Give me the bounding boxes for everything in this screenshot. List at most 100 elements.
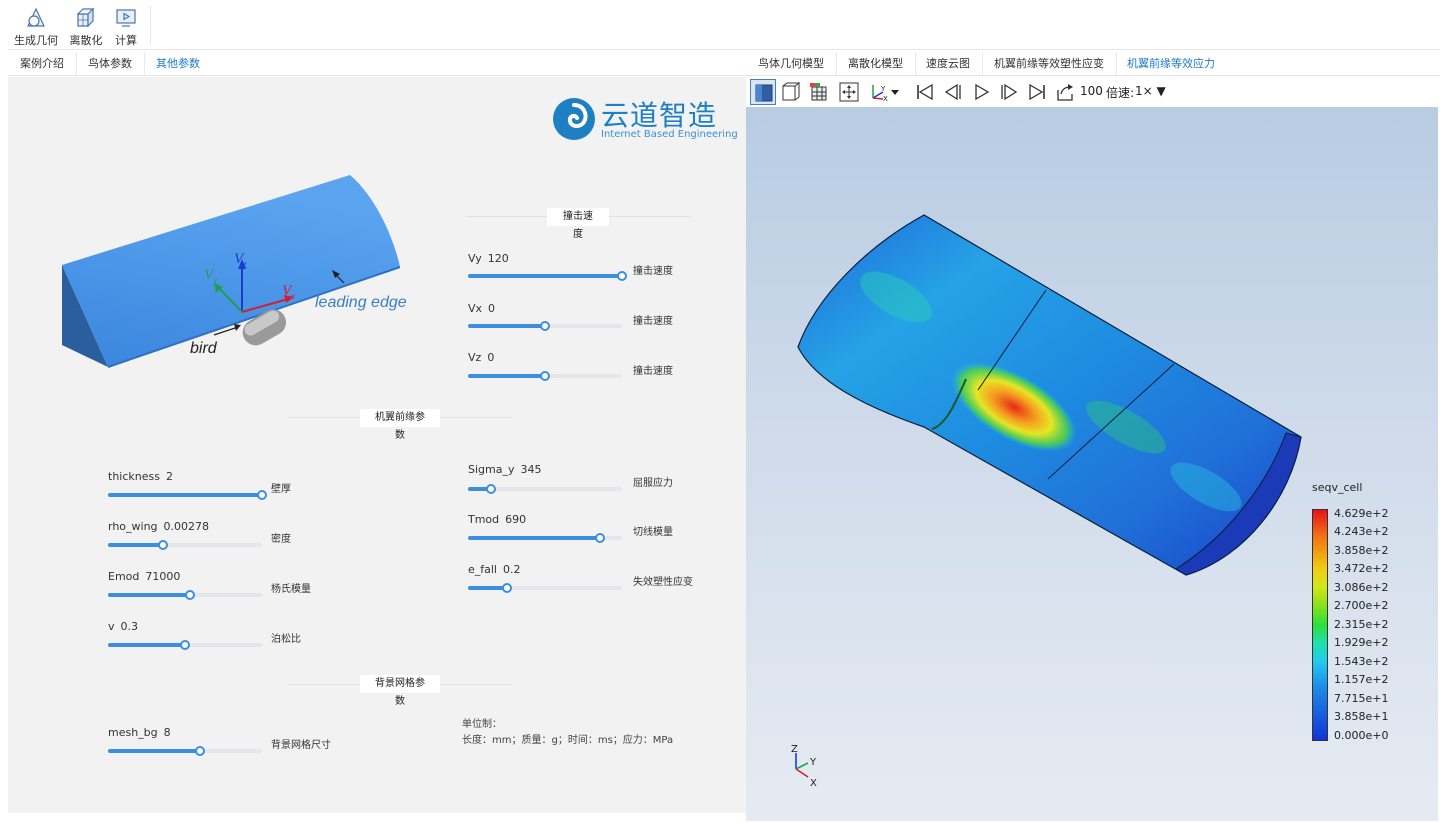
tab-equivalent-stress[interactable]: 机翼前缘等效应力 xyxy=(1115,52,1227,76)
stress-legend: seqv_cell 4.629e+2 4.243e+2 3.858e+2 3.4… xyxy=(1306,481,1426,781)
legend-color-bar xyxy=(1312,509,1328,741)
bird-label: bird xyxy=(190,340,218,357)
tab-mesh-model[interactable]: 离散化模型 xyxy=(836,52,916,76)
geometry-icon xyxy=(27,7,45,27)
poisson-description: 泊松比 xyxy=(271,634,301,645)
vy-slider[interactable] xyxy=(468,271,627,281)
e-fall-slider-thumb[interactable] xyxy=(501,583,512,593)
e-fall-slider[interactable] xyxy=(468,583,622,593)
vz-slider[interactable] xyxy=(468,371,622,381)
svg-text:Y: Y xyxy=(880,85,886,93)
left-tab-bar: 案例介绍 鸟体参数 其他参数 xyxy=(8,52,746,76)
emod-slider-fill xyxy=(108,593,190,597)
legend-label: 2.315e+2 xyxy=(1334,618,1389,631)
tab-bird-params[interactable]: 鸟体参数 xyxy=(76,52,145,76)
rho-wing-description: 密度 xyxy=(271,534,291,545)
legend-label: 1.929e+2 xyxy=(1334,636,1389,649)
result-3d-viewport[interactable]: seqv_cell 4.629e+2 4.243e+2 3.858e+2 3.4… xyxy=(746,107,1438,821)
vz-slider-fill xyxy=(468,374,545,378)
wing-top-face xyxy=(62,175,400,367)
rho-wing-slider-thumb[interactable] xyxy=(158,540,169,550)
solid-view-button[interactable] xyxy=(750,79,776,105)
vy-description: 撞击速度 xyxy=(633,266,673,277)
e-fall-slider-fill xyxy=(468,586,507,590)
unit-system-detail: 长度：mm；质量：g；时间：ms；应力：MPa xyxy=(462,735,674,746)
mesh-bg-slider[interactable] xyxy=(108,746,262,756)
legend-label: 7.715e+1 xyxy=(1334,692,1389,705)
sigma-y-slider[interactable] xyxy=(468,484,622,494)
triad-y-label: Y xyxy=(809,757,817,768)
tab-velocity-contour[interactable]: 速度云图 xyxy=(914,52,983,76)
tmod-description: 切线模量 xyxy=(633,527,673,538)
last-frame-button[interactable] xyxy=(1024,79,1050,105)
section-bg-mesh-title: 背景网格参数 xyxy=(360,675,440,707)
discretize-label: 离散化 xyxy=(69,34,103,47)
main-toolbar: 生成几何 离散化 计算 xyxy=(8,0,1440,50)
vx-slider-thumb[interactable] xyxy=(540,321,550,331)
play-icon xyxy=(975,83,990,101)
legend-label: 0.000e+0 xyxy=(1334,729,1389,742)
export-button[interactable] xyxy=(1052,79,1078,105)
tab-case-intro[interactable]: 案例介绍 xyxy=(8,52,77,76)
vy-slider-thumb[interactable] xyxy=(617,271,627,281)
result-tab-bar: 鸟体几何模型 离散化模型 速度云图 机翼前缘等效塑性应变 机翼前缘等效应力 xyxy=(746,52,1440,76)
tmod-slider[interactable] xyxy=(468,533,622,543)
vz-slider-thumb[interactable] xyxy=(540,371,550,381)
legend-label: 3.858e+1 xyxy=(1334,710,1389,723)
compute-button[interactable]: 计算 xyxy=(100,4,152,48)
axis-orientation-dropdown[interactable]: YX xyxy=(866,79,902,105)
export-icon xyxy=(1057,84,1073,101)
tab-bird-geometry[interactable]: 鸟体几何模型 xyxy=(746,52,837,76)
section-wing-params-title: 机翼前缘参数 xyxy=(360,409,440,441)
tmod-slider-thumb[interactable] xyxy=(595,533,606,543)
poisson-slider-thumb[interactable] xyxy=(180,640,190,650)
emod-slider[interactable] xyxy=(108,590,262,600)
thickness-slider[interactable] xyxy=(108,490,267,500)
rho-wing-slider-fill xyxy=(108,543,164,547)
step-backward-icon xyxy=(944,83,961,101)
tmod-slider-fill xyxy=(468,536,601,540)
emod-slider-thumb[interactable] xyxy=(184,590,195,600)
swirl-logo-icon xyxy=(553,98,595,140)
poisson-slider-fill xyxy=(108,643,185,647)
previous-frame-button[interactable] xyxy=(940,79,966,105)
tab-plastic-strain[interactable]: 机翼前缘等效塑性应变 xyxy=(982,52,1117,76)
leading-edge-label: leading edge xyxy=(315,294,407,311)
mesh-cube-icon xyxy=(76,7,95,28)
mesh-bg-slider-thumb[interactable] xyxy=(195,746,206,756)
thickness-slider-thumb[interactable] xyxy=(257,490,267,500)
sigma-y-description: 屈服应力 xyxy=(633,478,673,489)
speed-value: 1× xyxy=(1135,84,1153,98)
mesh-bg-description: 背景网格尺寸 xyxy=(271,740,331,751)
thickness-description: 壁厚 xyxy=(271,484,291,495)
vy-slider-fill xyxy=(468,274,622,278)
vx-slider[interactable] xyxy=(468,321,622,331)
frame-number: 100 xyxy=(1080,84,1103,98)
speed-label: 倍速: xyxy=(1106,86,1135,100)
viewer-toolbar: YX 100 倍速: 1× ▼ xyxy=(746,77,1440,107)
sigma-y-slider-thumb[interactable] xyxy=(486,484,497,494)
legend-title: seqv_cell xyxy=(1312,481,1363,494)
generate-geometry-label: 生成几何 xyxy=(14,34,58,47)
triad-z-label: Z xyxy=(791,744,798,755)
thickness-slider-fill xyxy=(108,493,262,497)
compute-label: 计算 xyxy=(115,34,137,47)
unit-system-title: 单位制： xyxy=(462,719,502,730)
first-frame-button[interactable] xyxy=(912,79,938,105)
mesh-bg-label-row: mesh_bg 8 xyxy=(108,726,171,739)
fit-view-button[interactable] xyxy=(836,79,862,105)
generate-geometry-button[interactable]: 生成几何 xyxy=(10,4,62,48)
rho-wing-slider[interactable] xyxy=(108,540,262,550)
company-logo: 云道智造 Internet Based Engineering xyxy=(549,92,738,148)
play-button[interactable] xyxy=(968,79,994,105)
speed-dropdown[interactable]: 1× ▼ xyxy=(1135,84,1166,98)
logo-title: 云道智造 xyxy=(601,99,718,132)
tab-other-params[interactable]: 其他参数 xyxy=(144,52,212,76)
emod-label-row: Emod 71000 xyxy=(108,570,181,583)
mesh-view-button[interactable] xyxy=(806,79,832,105)
poisson-slider[interactable] xyxy=(108,640,262,650)
wireframe-view-button[interactable] xyxy=(778,79,804,105)
thickness-label-row: thickness 2 xyxy=(108,470,173,483)
legend-label: 1.157e+2 xyxy=(1334,673,1389,686)
next-frame-button[interactable] xyxy=(996,79,1022,105)
